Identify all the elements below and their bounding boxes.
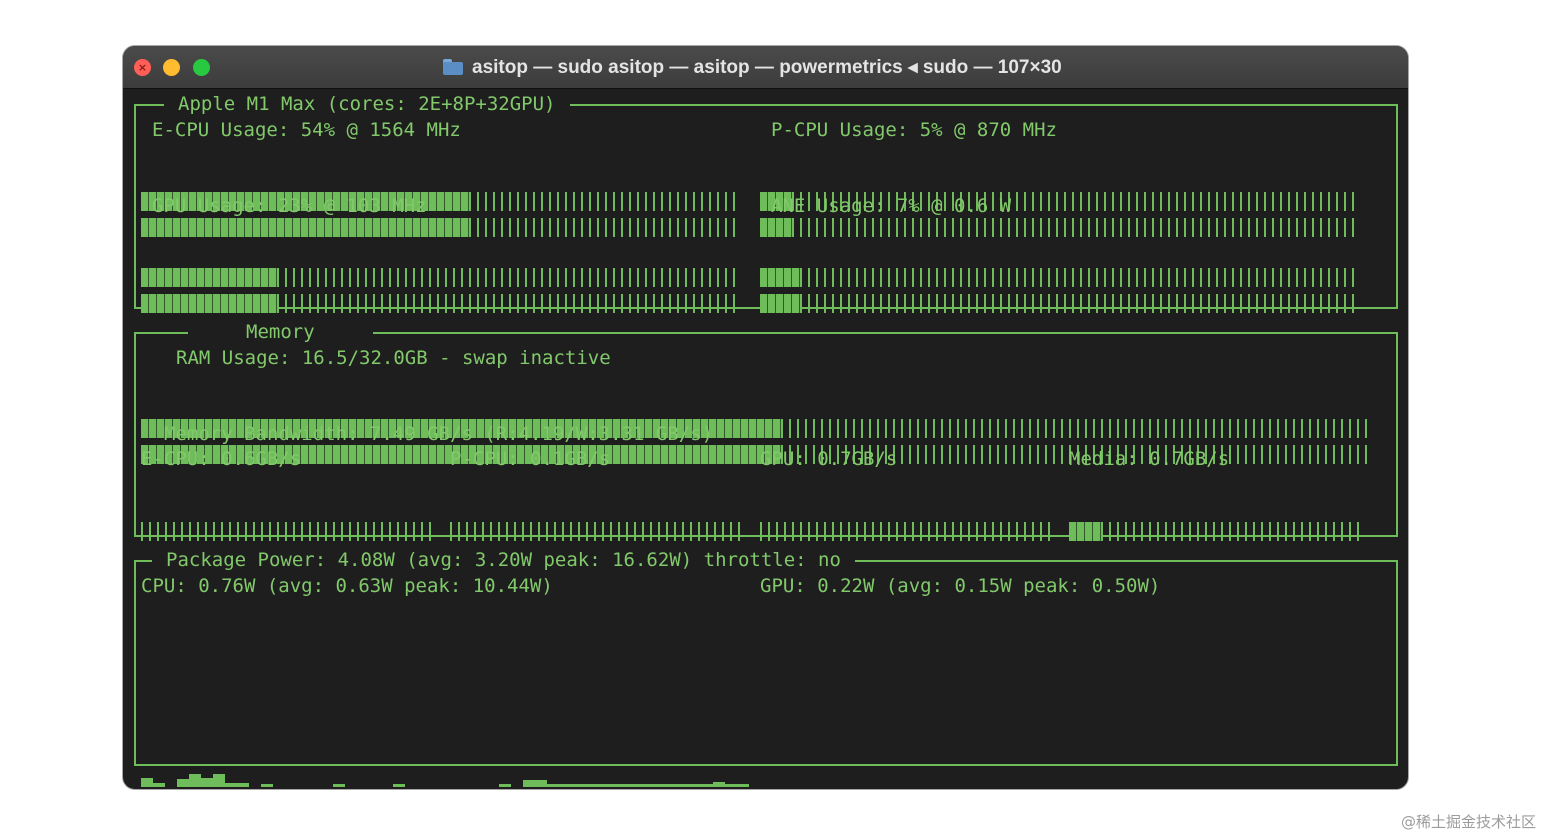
- ane-usage-label: ANE Usage: 7% @ 0.6 W: [771, 195, 1012, 217]
- pcpu-usage-gauge-2: [760, 218, 1360, 237]
- folder-icon: [443, 59, 463, 75]
- ane-usage-gauge-2-fill: [760, 294, 800, 313]
- window-title: asitop — sudo asitop — asitop — powermet…: [443, 55, 1062, 79]
- terminal-content[interactable]: Apple M1 Max (cores: 2E+8P+32GPU) E-CPU …: [123, 89, 1408, 789]
- spark-seg: [499, 784, 511, 787]
- spark-seg: [141, 778, 153, 787]
- watermark: @稀土掘金技术社区: [1400, 813, 1536, 831]
- title-bar[interactable]: × asitop — sudo asitop — asitop — powerm…: [123, 46, 1408, 89]
- spark-seg: [333, 784, 345, 787]
- spark-seg: [261, 784, 273, 787]
- memory-bandwidth-label: Memory Bandwidth: 7.49 GB/s (R:4.19/W:3.…: [164, 423, 714, 445]
- spark-seg: [213, 774, 225, 787]
- media-bandwidth-gauge-fill: [1069, 522, 1101, 541]
- gpu-usage-gauge: [141, 268, 741, 287]
- gpu-bandwidth-label: GPU: 0.7GB/s: [760, 448, 898, 470]
- spark-seg: [189, 774, 201, 787]
- ane-usage-gauge-2: [760, 294, 1360, 313]
- ecpu-usage-gauge-2: [141, 218, 741, 237]
- spark-seg: [201, 778, 213, 787]
- terminal-window: × asitop — sudo asitop — asitop — powerm…: [123, 46, 1408, 789]
- power-sparkline: [141, 774, 749, 787]
- gpu-usage-gauge-2: [141, 294, 741, 313]
- spark-seg: [725, 784, 749, 787]
- ram-usage-label: RAM Usage: 16.5/32.0GB - swap inactive: [176, 347, 611, 369]
- spark-seg: [523, 780, 547, 787]
- window-title-text: asitop — sudo asitop — asitop — powermet…: [472, 56, 1062, 78]
- power-panel-title: Package Power: 4.08W (avg: 3.20W peak: 1…: [152, 547, 855, 573]
- ecpu-bandwidth-gauge: [141, 522, 431, 541]
- cpu-panel-title: Apple M1 Max (cores: 2E+8P+32GPU): [164, 91, 570, 117]
- pcpu-bandwidth-label: P-CPU: 0.1GB/s: [450, 448, 611, 470]
- pcpu-usage-gauge-2-fill: [760, 218, 792, 237]
- memory-panel-title: Memory: [188, 319, 373, 345]
- ecpu-usage-label: E-CPU Usage: 54% @ 1564 MHz: [152, 119, 461, 141]
- spark-seg: [225, 783, 249, 787]
- close-icon: ×: [137, 61, 148, 74]
- gpu-bandwidth-gauge: [760, 522, 1050, 541]
- gpu-usage-gauge-fill: [141, 268, 277, 287]
- spark-seg: [713, 782, 725, 787]
- spark-seg: [177, 779, 189, 787]
- ecpu-usage-gauge-2-fill: [141, 218, 469, 237]
- pcpu-bandwidth-gauge: [450, 522, 740, 541]
- ane-usage-gauge: [760, 268, 1360, 287]
- minimize-button[interactable]: [163, 59, 180, 76]
- ecpu-bandwidth-label: E-CPU: 0.6GB/s: [141, 448, 302, 470]
- media-bandwidth-gauge: [1069, 522, 1359, 541]
- cpu-power-label: CPU: 0.76W (avg: 0.63W peak: 10.44W): [141, 575, 553, 597]
- zoom-button[interactable]: [193, 59, 210, 76]
- spark-seg: [547, 784, 713, 787]
- ane-usage-gauge-fill: [760, 268, 800, 287]
- gpu-power-label: GPU: 0.22W (avg: 0.15W peak: 0.50W): [760, 575, 1161, 597]
- spark-seg: [153, 783, 165, 787]
- gpu-usage-gauge-2-fill: [141, 294, 277, 313]
- close-button[interactable]: ×: [134, 59, 151, 76]
- spark-seg: [393, 784, 405, 787]
- gpu-usage-label: GPU Usage: 23% @ 103 MHz: [152, 195, 427, 217]
- pcpu-usage-label: P-CPU Usage: 5% @ 870 MHz: [771, 119, 1057, 141]
- media-bandwidth-label: Media: 0.7GB/s: [1069, 448, 1230, 470]
